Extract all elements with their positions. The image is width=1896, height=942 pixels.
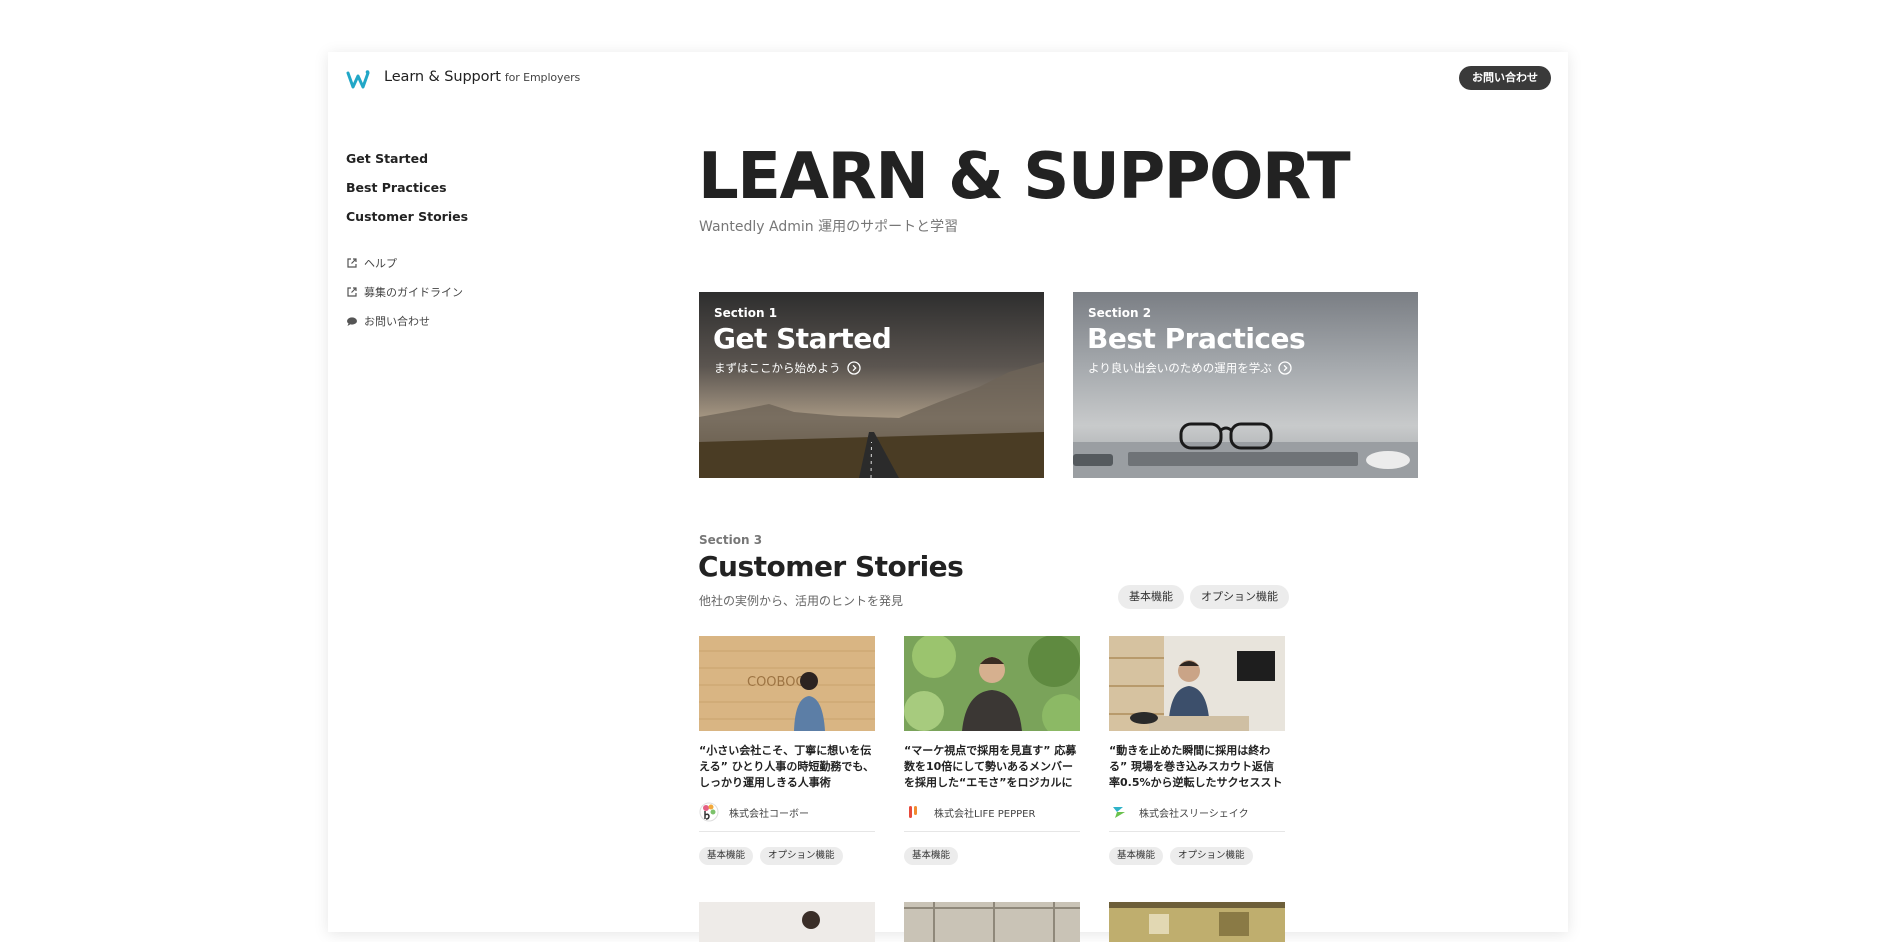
story-card[interactable]: “動きを止めた瞬間に採用は終わる” 現場を巻き込みスカウト返信率0.5%から逆転… xyxy=(1109,636,1285,865)
story-tag[interactable]: 基本機能 xyxy=(904,847,959,865)
story-thumbnail-partial[interactable] xyxy=(699,902,875,942)
company-name: 株式会社コーボー xyxy=(729,808,809,820)
sidebar-link-guidelines[interactable]: 募集のガイドライン xyxy=(346,277,468,306)
sidebar-item-best-practices[interactable]: Best Practices xyxy=(346,180,468,209)
brand-name: Learn & Support xyxy=(384,69,501,85)
page-title: LEARN & SUPPORT xyxy=(698,140,1351,214)
section-card-get-started[interactable]: Section 1 Get Started まずはここから始めよう xyxy=(699,292,1044,478)
story-photo-image xyxy=(699,902,875,942)
sidebar-item-get-started[interactable]: Get Started xyxy=(346,151,468,180)
sidebar-link-contact[interactable]: お問い合わせ xyxy=(346,306,468,335)
company-name: 株式会社LIFE PEPPER xyxy=(934,808,1036,820)
company-logo-icon xyxy=(1113,807,1125,818)
section-card-best-practices[interactable]: Section 2 Best Practices より良い出会いのための運用を学… xyxy=(1073,292,1418,478)
story-thumbnail-partial[interactable] xyxy=(904,902,1080,942)
story-thumbnail xyxy=(1109,636,1285,731)
story-photo-image: COOBOO xyxy=(699,636,875,731)
brand-subtitle: for Employers xyxy=(504,71,581,84)
section-description: より良い出会いのための運用を学ぶ xyxy=(1088,360,1292,376)
contact-button[interactable]: お問い合わせ xyxy=(1459,66,1551,90)
sidebar-link-label: お問い合わせ xyxy=(364,314,430,328)
company-logo-icon xyxy=(909,806,917,818)
story-card[interactable]: “マーケ視点で採用を見直す” 応募数を10倍にして勢いあるメンバーを採用した“エ… xyxy=(904,636,1080,865)
story-photo-image xyxy=(904,902,1080,942)
story-title: “動きを止めた瞬間に採用は終わる” 現場を巻き込みスカウト返信率0.5%から逆転… xyxy=(1109,744,1283,789)
customer-stories-title: Customer Stories xyxy=(698,550,964,583)
story-company: 株式会社LIFE PEPPER xyxy=(904,802,1080,832)
filter-option-feature[interactable]: オプション機能 xyxy=(1190,585,1289,609)
external-link-icon xyxy=(347,286,357,297)
company-logo-icon xyxy=(699,802,719,822)
section-label: Section 3 xyxy=(699,533,763,547)
story-company: 株式会社コーボー xyxy=(699,802,875,832)
story-tags: 基本機能 オプション機能 xyxy=(699,847,875,865)
company-name: 株式会社スリーシェイク xyxy=(1139,808,1249,820)
section-label: Section 1 xyxy=(714,306,778,320)
wantedly-logo-icon[interactable] xyxy=(346,68,370,92)
section-description-text: まずはここから始めよう xyxy=(714,361,841,375)
circle-arrow-right-icon xyxy=(846,361,861,375)
story-tag[interactable]: 基本機能 xyxy=(1109,847,1164,865)
story-tag[interactable]: オプション機能 xyxy=(1170,847,1253,865)
filter-basic-feature[interactable]: 基本機能 xyxy=(1118,585,1184,609)
story-company: 株式会社スリーシェイク xyxy=(1109,802,1285,832)
page-container: Learn & Support for Employers お問い合わせ Get … xyxy=(328,52,1568,942)
section-label: Section 2 xyxy=(1088,306,1152,320)
story-tag[interactable]: オプション機能 xyxy=(760,847,843,865)
external-link-icon xyxy=(347,257,357,268)
section-title: Get Started xyxy=(713,322,892,355)
story-thumbnail: COOBOO xyxy=(699,636,875,731)
story-title: “マーケ視点で採用を見直す” 応募数を10倍にして勢いあるメンバーを採用した“エ… xyxy=(904,744,1077,789)
sidebar-link-label: ヘルプ xyxy=(364,256,397,270)
story-photo-image xyxy=(1109,636,1285,731)
sidebar-link-help[interactable]: ヘルプ xyxy=(346,248,468,277)
story-thumbnail xyxy=(904,636,1080,731)
sidebar: Get Started Best Practices Customer Stor… xyxy=(346,151,468,335)
story-tags: 基本機能 xyxy=(904,847,1080,865)
svg-text:COOBOO: COOBOO xyxy=(747,675,806,690)
section-description: まずはここから始めよう xyxy=(714,360,861,376)
sidebar-link-label: 募集のガイドライン xyxy=(364,285,463,299)
brand-title[interactable]: Learn & Support for Employers xyxy=(384,69,580,85)
chat-bubble-icon xyxy=(347,316,357,326)
circle-arrow-right-icon xyxy=(1278,361,1292,375)
page-subtitle: Wantedly Admin 運用のサポートと学習 xyxy=(699,219,959,235)
section-title: Best Practices xyxy=(1087,322,1306,355)
story-title: “小さい会社こそ、丁寧に想いを伝える” ひとり人事の時短勤務でも、しっかり運用し… xyxy=(699,744,875,789)
story-photo-image xyxy=(1109,902,1285,942)
story-thumbnail-partial[interactable] xyxy=(1109,902,1285,942)
customer-stories-subtitle: 他社の実例から、活用のヒントを発見 xyxy=(699,594,904,608)
story-tag[interactable]: 基本機能 xyxy=(699,847,754,865)
story-photo-image xyxy=(904,636,1080,731)
sidebar-item-customer-stories[interactable]: Customer Stories xyxy=(346,209,468,238)
story-card[interactable]: COOBOO “小さい会社こそ、丁寧に想いを伝える” ひとり人事の時短勤務でも、… xyxy=(699,636,875,865)
section-description-text: より良い出会いのための運用を学ぶ xyxy=(1088,361,1272,375)
story-tags: 基本機能 オプション機能 xyxy=(1109,847,1285,865)
